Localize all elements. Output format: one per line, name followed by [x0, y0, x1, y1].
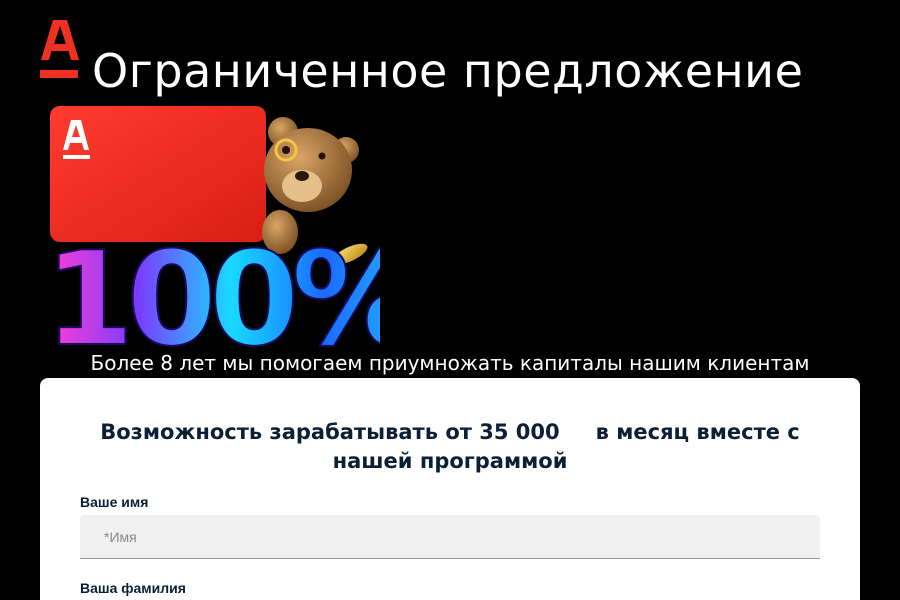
offer-line1-end: в месяц вместе с: [595, 420, 800, 444]
tagline: Более 8 лет мы помогаем приумножать капи…: [90, 351, 810, 375]
percent-badge: 100%: [43, 222, 380, 354]
page-title: Ограниченное предложение: [92, 44, 804, 98]
hero-illustration: 100%: [43, 106, 380, 354]
first-name-label: Ваше имя: [80, 494, 149, 510]
last-name-label: Ваша фамилия: [80, 580, 186, 596]
offer-line1-start: Возможность зарабатывать от 35 000: [100, 420, 560, 444]
percent-badge-text: 100%: [44, 223, 380, 354]
alfa-bank-logo-icon: [40, 20, 79, 78]
first-name-input[interactable]: [80, 515, 820, 559]
offer-line2: нашей программой: [332, 449, 568, 473]
offer-heading: Возможность зарабатывать от 35 000 в меся…: [80, 418, 820, 476]
alfa-bank-card-icon: [50, 106, 266, 242]
signup-form: Возможность зарабатывать от 35 000 в меся…: [40, 378, 860, 600]
